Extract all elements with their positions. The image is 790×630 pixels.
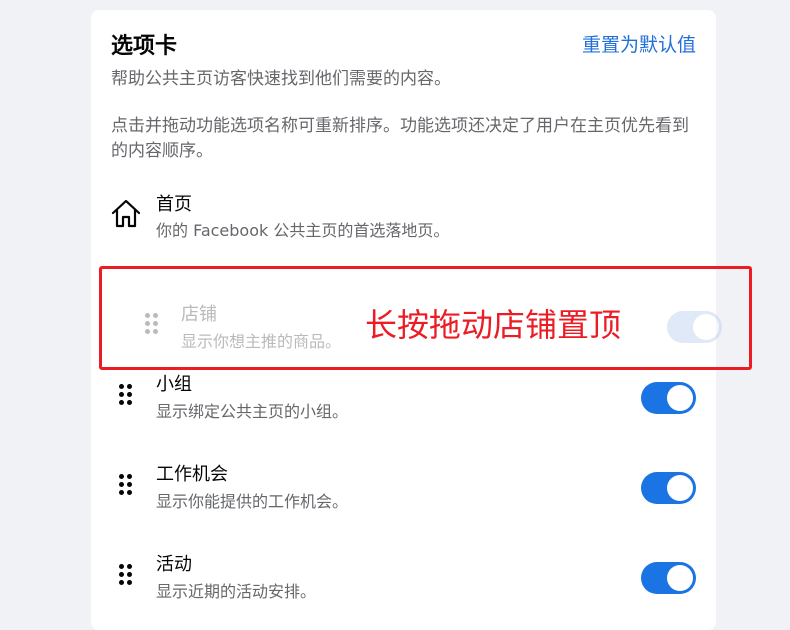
reset-default-link[interactable]: 重置为默认值 <box>582 30 696 57</box>
jobs-toggle[interactable] <box>641 472 696 504</box>
panel-title: 选项卡 <box>111 34 178 59</box>
tab-title-groups: 小组 <box>156 374 192 395</box>
home-subtitle: 你的 Facebook 公共主页的首选落地页。 <box>156 221 450 240</box>
tab-title-events: 活动 <box>156 554 192 575</box>
drag-handle-icon[interactable] <box>119 474 133 498</box>
tab-subtitle-events: 显示近期的活动安排。 <box>156 582 317 601</box>
tab-subtitle-groups: 显示绑定公共主页的小组。 <box>156 402 349 421</box>
drag-handle-icon[interactable] <box>119 564 133 588</box>
drag-handle-icon[interactable] <box>119 384 133 408</box>
annotation-text: 长按拖动店铺置顶 <box>365 306 622 344</box>
home-title: 首页 <box>156 194 192 215</box>
events-toggle[interactable] <box>641 562 696 594</box>
panel-instructions: 点击并拖动功能选项名称可重新排序。功能选项还决定了用户在主页优先看到的内容顺序。 <box>111 116 689 161</box>
home-icon <box>110 198 142 230</box>
tab-subtitle-jobs: 显示你能提供的工作机会。 <box>156 492 349 511</box>
tab-title-jobs: 工作机会 <box>156 464 228 485</box>
groups-toggle[interactable] <box>641 382 696 414</box>
panel-description: 帮助公共主页访客快速找到他们需要的内容。 <box>111 69 451 89</box>
